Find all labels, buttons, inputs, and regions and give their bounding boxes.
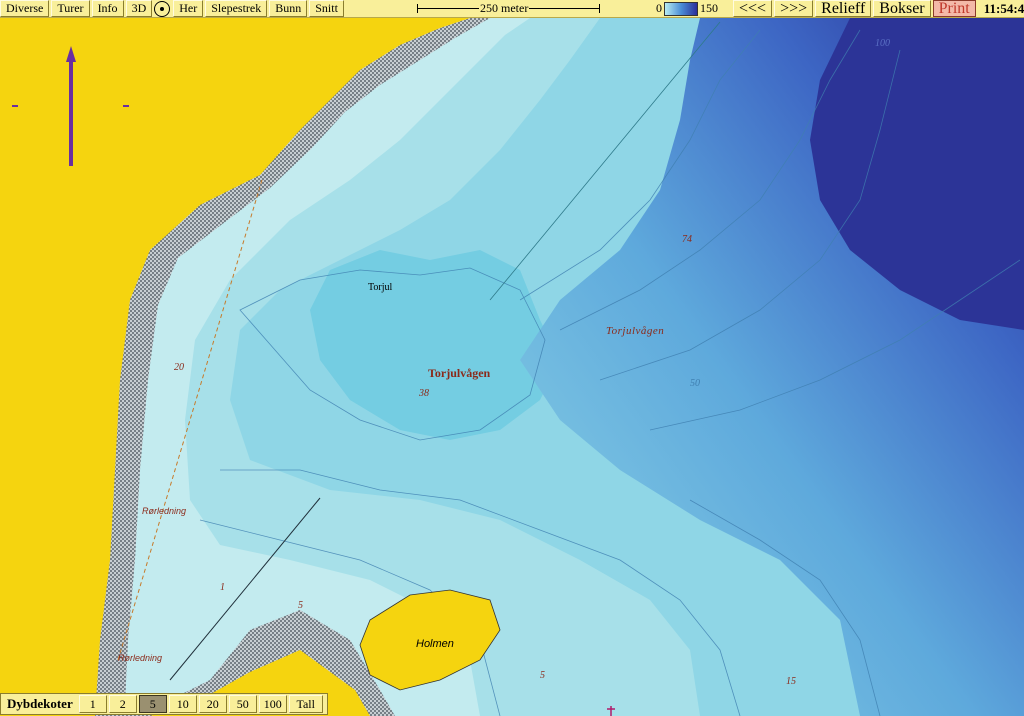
depth-legend: 0 150: [656, 1, 718, 16]
scale-label: 250 meter: [479, 1, 530, 16]
bokser-button[interactable]: Bokser: [873, 0, 931, 17]
prev-button[interactable]: <<<: [733, 0, 773, 17]
menu-bunn-button[interactable]: Bunn: [269, 0, 308, 17]
legend-max: 150: [700, 1, 718, 15]
depth-label: 15: [786, 676, 796, 687]
pipeline-label: Rørledning: [142, 506, 187, 516]
menu-3d-button[interactable]: 3D: [125, 0, 153, 17]
place-label-torjulvagen: Torjulvågen: [428, 366, 491, 380]
water-label-torjulvagen: Torjulvågen: [606, 325, 665, 337]
place-label-torjul: Torjul: [368, 282, 393, 293]
legend-min: 0: [656, 1, 662, 15]
pipeline-label: Rørledning: [118, 653, 163, 663]
menu-diverse-button[interactable]: Diverse: [0, 0, 50, 17]
contour-interval-bar: Dybdekoter 1 2 5 10 20 50 100 Tall: [0, 693, 328, 715]
depth-label: 1: [220, 582, 225, 593]
menu-info-button[interactable]: Info: [91, 0, 124, 17]
north-arrow-tick-left: [12, 105, 18, 107]
contour-option-2[interactable]: 2: [108, 695, 137, 713]
locate-icon[interactable]: [154, 0, 171, 17]
depth-label: 74: [682, 234, 692, 245]
contour-option-100[interactable]: 100: [258, 695, 287, 713]
contour-option-5[interactable]: 5: [138, 695, 167, 713]
depth-label: 20: [174, 362, 184, 373]
contour-option-1[interactable]: 1: [78, 695, 107, 713]
depth-label: 5: [540, 670, 545, 681]
contour-option-20[interactable]: 20: [198, 695, 227, 713]
right-toolbar: <<< >>> Relieff Bokser Print 11:54:45: [733, 0, 1024, 17]
menu-turer-button[interactable]: Turer: [51, 0, 90, 17]
depth-map[interactable]: [0, 0, 1024, 716]
clock: 11:54:45: [983, 0, 1024, 16]
contour-title: Dybdekoter: [7, 696, 73, 711]
depth-label: 5: [298, 600, 303, 611]
relieff-button[interactable]: Relieff: [815, 0, 872, 17]
depth-label: 50: [690, 378, 700, 389]
next-button[interactable]: >>>: [774, 0, 814, 17]
place-label-holmen: Holmen: [416, 638, 454, 650]
depth-gradient: [664, 1, 698, 16]
menu-slepestrek-button[interactable]: Slepestrek: [205, 0, 268, 17]
contour-tall-button[interactable]: Tall: [288, 695, 323, 713]
contour-option-50[interactable]: 50: [228, 695, 257, 713]
depth-label: 100: [875, 38, 890, 49]
north-arrow-tick-right: [123, 105, 129, 107]
menu-her-button[interactable]: Her: [173, 0, 204, 17]
depth-label: 38: [419, 388, 429, 399]
print-button[interactable]: Print: [932, 0, 976, 17]
north-arrow-icon: [66, 46, 76, 166]
scale-bar: 250 meter: [417, 0, 600, 17]
contour-option-10[interactable]: 10: [168, 695, 197, 713]
menu-snitt-button[interactable]: Snitt: [309, 0, 344, 17]
